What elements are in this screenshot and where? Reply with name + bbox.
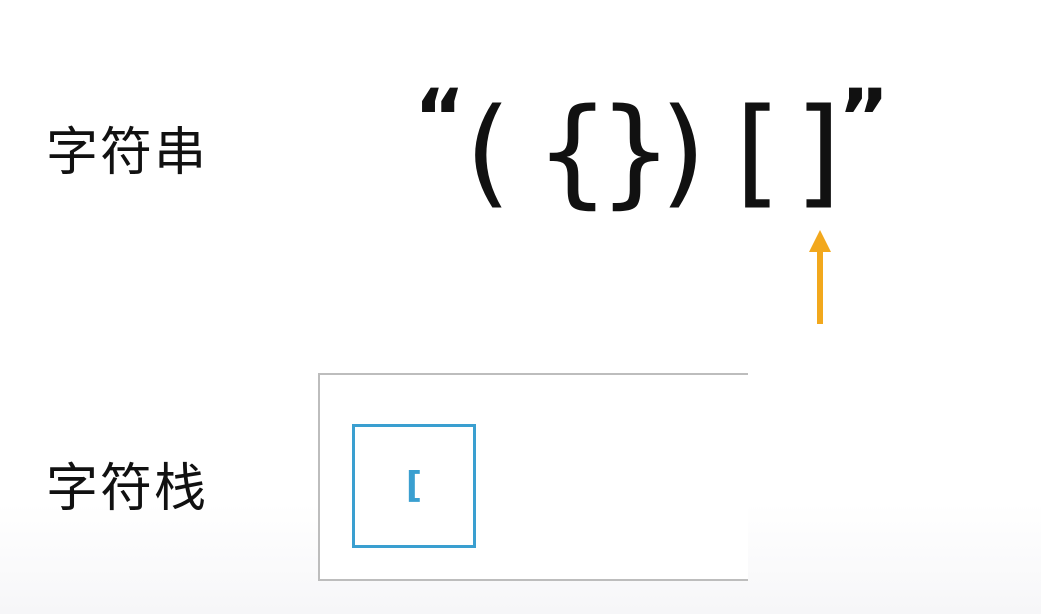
char-close-paren: )	[660, 82, 707, 220]
string-label: 字符串	[46, 123, 209, 183]
stack-item-char: [	[405, 465, 423, 506]
stack-label: 字符栈	[46, 459, 209, 519]
pointer-arrow-shaft	[817, 250, 823, 324]
close-quote: ”	[838, 74, 890, 164]
char-open-paren: (	[465, 82, 512, 220]
char-close-bracket: ]	[795, 82, 842, 220]
pointer-arrow-icon	[809, 230, 831, 324]
open-quote: “	[414, 74, 466, 164]
stack-item: [	[352, 424, 476, 548]
char-open-bracket: [	[735, 82, 782, 220]
pointer-arrow-head	[809, 230, 831, 252]
